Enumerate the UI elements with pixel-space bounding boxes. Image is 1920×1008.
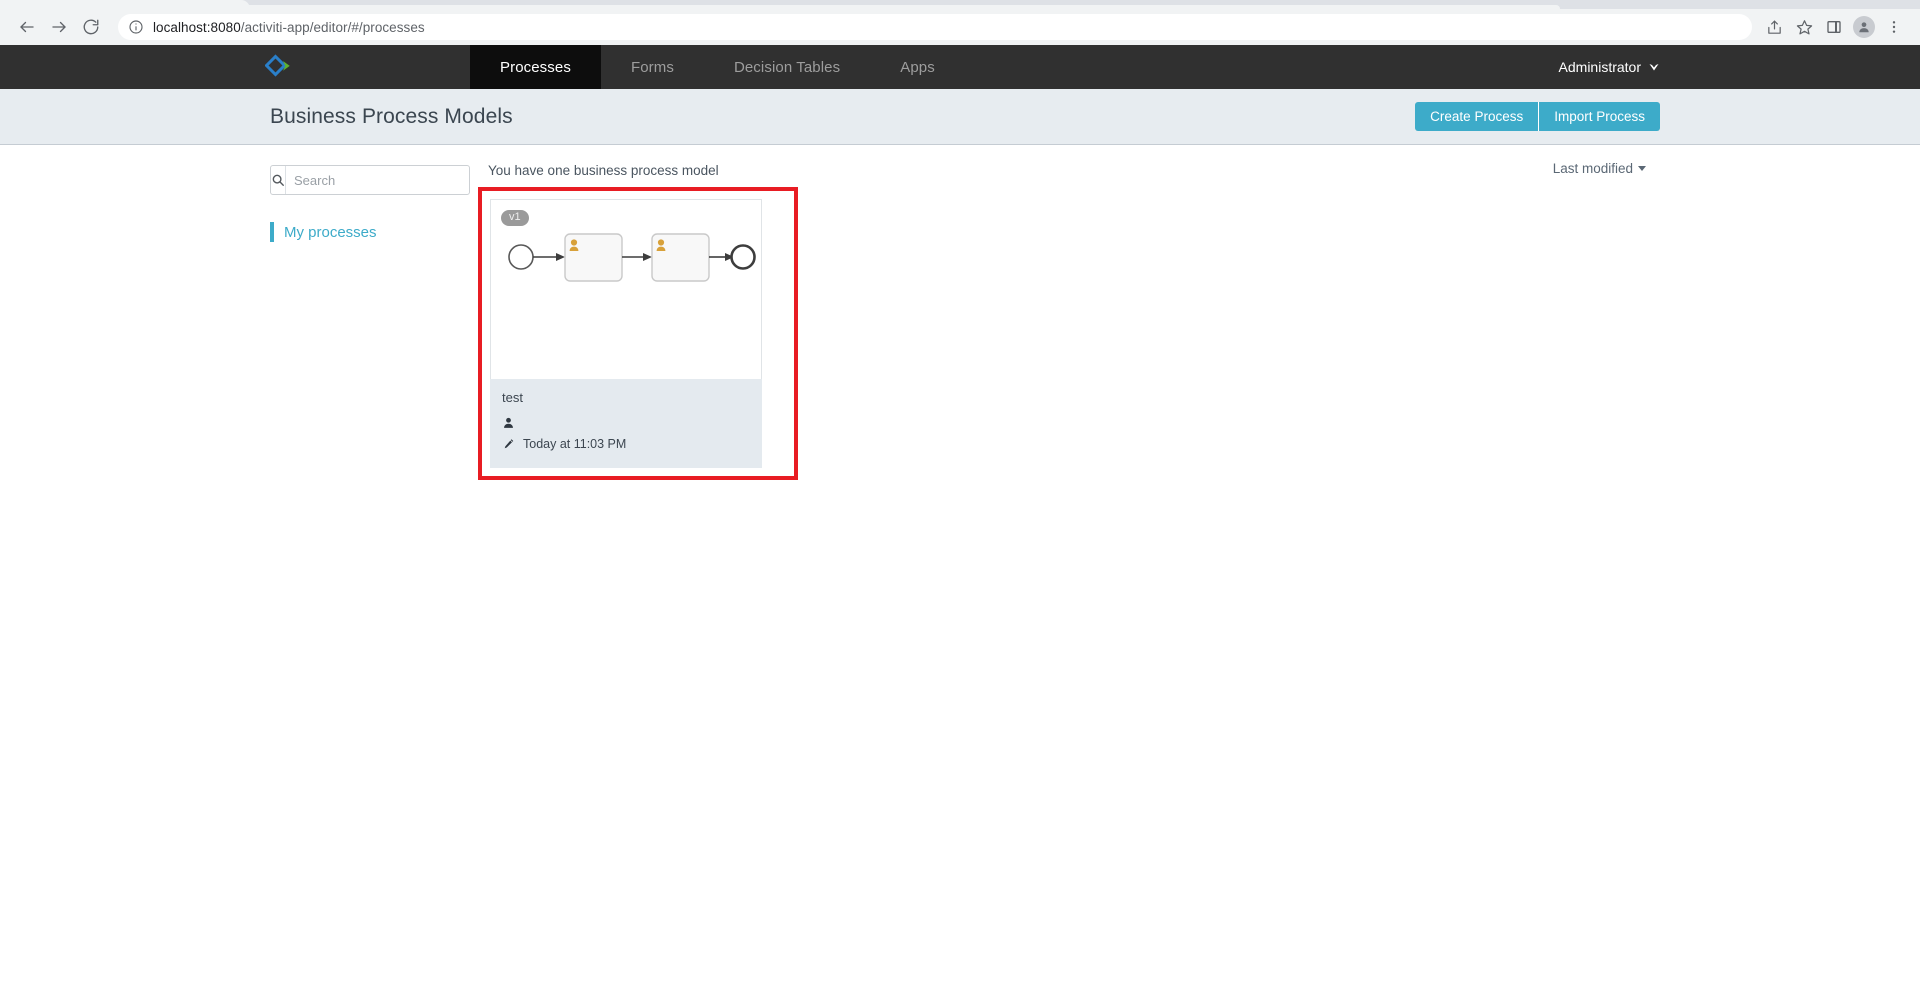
process-listing: You have one business process model Last… [478,161,1660,480]
address-bar[interactable]: localhost:8080/activiti-app/editor/#/pro… [118,14,1752,40]
activiti-diamond-icon [265,54,290,77]
tab-processes[interactable]: Processes [470,45,601,89]
process-diagram-thumbnail[interactable]: v1 [490,199,762,379]
star-icon [1796,19,1812,34]
three-dot-menu-icon [1892,21,1896,33]
page-header-band: Business Process Models Create Process I… [0,89,1920,145]
sort-dropdown[interactable]: Last modified [1553,161,1646,176]
side-panel-button[interactable] [1820,13,1848,41]
share-button[interactable] [1760,13,1788,41]
highlight-box: v1 test Today at 11:03 PM [478,187,798,480]
user-menu[interactable]: Administrator [1559,45,1660,89]
tab-apps[interactable]: Apps [870,45,965,89]
process-card-name: test [502,390,523,405]
page-content: My processes You have one business proce… [0,145,1920,1007]
process-card-author-row [502,412,750,433]
sidebar-item-my-processes[interactable]: My processes [270,221,470,243]
sidebar-item-my-processes-label: My processes [284,223,377,241]
active-filter-accent-bar [270,222,274,242]
bookmark-button[interactable] [1790,13,1818,41]
process-card-modified: Today at 11:03 PM [523,436,627,451]
app-tabs: Processes Forms Decision Tables Apps [470,45,965,89]
side-panel-icon [1827,21,1841,33]
import-process-button[interactable]: Import Process [1539,102,1660,131]
forward-arrow-icon [52,21,66,33]
reload-icon [83,19,99,35]
tab-forms[interactable]: Forms [601,45,704,89]
url-path: /activiti-app/editor/#/processes [240,19,425,35]
address-bar-url: localhost:8080/activiti-app/editor/#/pro… [153,20,425,35]
search-box[interactable] [270,165,478,195]
listing-count-text: You have one business process model [488,163,719,178]
chevron-down-icon [1638,166,1646,171]
filter-list: My processes [270,221,470,243]
create-process-button[interactable]: Create Process [1415,102,1540,131]
sort-dropdown-label: Last modified [1552,161,1633,176]
back-arrow-icon [20,21,34,33]
tab-decision-tables[interactable]: Decision Tables [704,45,870,89]
back-button[interactable] [12,12,42,42]
profile-avatar-icon [1853,16,1875,38]
tab-forms-label: Forms [630,58,674,76]
user-menu-label: Administrator [1558,59,1641,75]
app-navigation-bar: Processes Forms Decision Tables Apps Adm… [0,45,1920,89]
process-card-metadata: test Today at 11:03 PM [490,379,762,468]
browser-menu-button[interactable] [1880,13,1908,41]
browser-tab-strip-fill [110,5,1560,9]
page-header-actions: Create Process Import Process [1415,102,1660,131]
listing-toolbar: You have one business process model Last… [488,161,1660,178]
process-card-modified-row: Today at 11:03 PM [502,433,750,454]
search-icon[interactable] [271,166,286,194]
version-badge: v1 [501,210,529,226]
share-icon [1767,20,1781,34]
bpmn-start-event-icon [508,244,534,270]
person-icon [504,417,513,428]
activiti-logo[interactable] [265,45,295,89]
process-model-card[interactable]: v1 test Today at 11:03 PM [490,199,762,468]
tab-processes-label: Processes [500,58,571,76]
profile-button[interactable] [1850,13,1878,41]
browser-toolbar: localhost:8080/activiti-app/editor/#/pro… [0,9,1920,45]
browser-tab-strip[interactable] [0,0,1920,9]
bpmn-end-event-icon [730,244,756,270]
filter-sidebar: My processes [270,165,478,243]
bpmn-diagram [508,233,756,282]
search-input[interactable] [286,166,478,194]
page-title: Business Process Models [270,104,513,128]
browser-toolbar-actions [1760,13,1908,41]
tab-decision-tables-label: Decision Tables [733,58,841,76]
chevron-down-icon [1649,64,1659,71]
forward-button[interactable] [44,12,74,42]
tab-apps-label: Apps [900,58,935,76]
site-info-icon[interactable] [128,19,144,35]
reload-button[interactable] [76,12,106,42]
url-host: localhost:8080 [153,19,241,35]
pencil-icon [504,438,514,448]
